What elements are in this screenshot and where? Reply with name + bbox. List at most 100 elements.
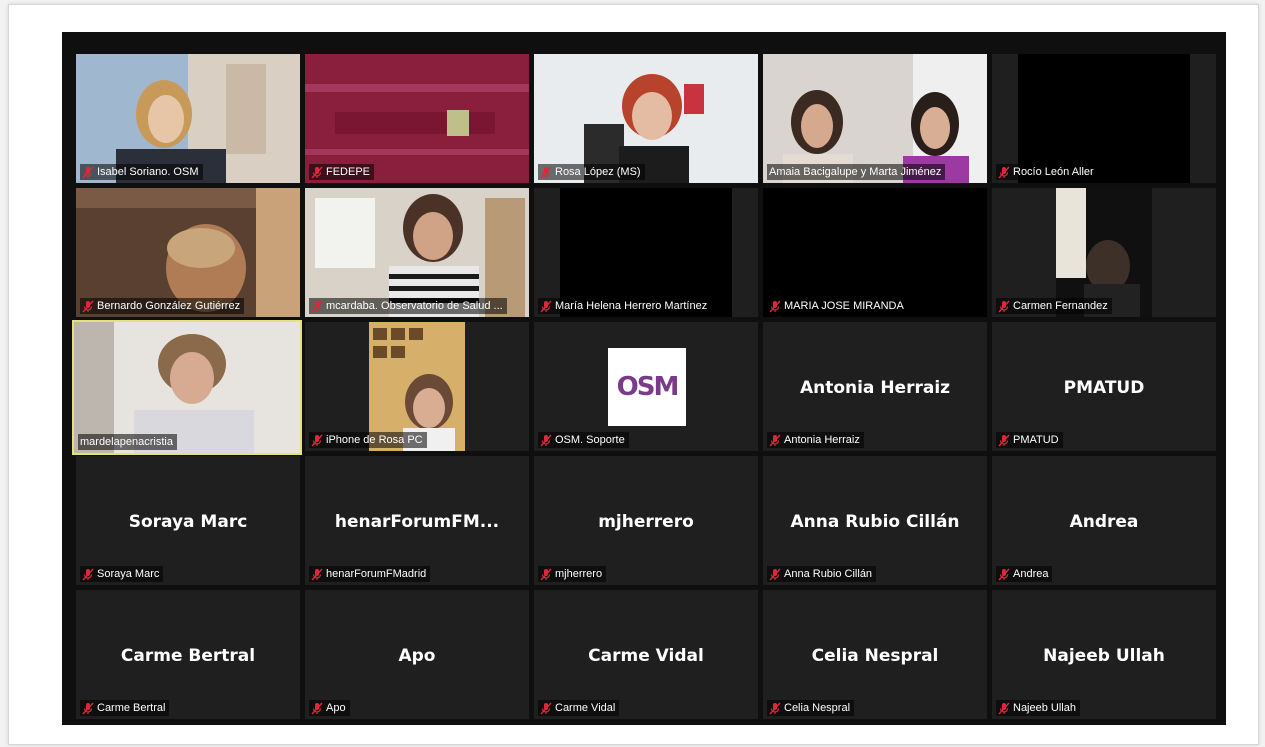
microphone-muted-icon (998, 434, 1010, 446)
participant-tile[interactable]: Carmen Fernandez (992, 188, 1216, 317)
participant-name: henarForumFMadrid (326, 568, 427, 580)
microphone-muted-icon (998, 166, 1010, 178)
participant-name-label: Najeeb Ullah (996, 700, 1080, 716)
participant-name: Najeeb Ullah (1013, 702, 1076, 714)
participant-name-label: Carme Vidal (538, 700, 620, 716)
participant-tile[interactable]: Carme Vidal Carme Vidal (534, 590, 758, 719)
participant-tile[interactable]: mcardaba. Observatorio de Salud ... (305, 188, 529, 317)
participant-name: mardelapenacristia (80, 436, 173, 448)
microphone-muted-icon (540, 434, 552, 446)
participant-tile[interactable]: mjherrero mjherrero (534, 456, 758, 585)
participant-tile[interactable]: Soraya Marc Soraya Marc (76, 456, 300, 585)
participant-name: Anna Rubio Cillán (784, 568, 873, 580)
participant-name: Carme Vidal (555, 702, 616, 714)
microphone-muted-icon (769, 434, 781, 446)
microphone-muted-icon (769, 702, 781, 714)
participant-name-label: Bernardo González Gutiérrez (80, 298, 245, 314)
participant-tile[interactable]: Rosa López (MS) (534, 54, 758, 183)
participant-name-label: mcardaba. Observatorio de Salud ... (309, 298, 507, 314)
participant-display-name: Andrea (1069, 512, 1139, 532)
participant-tile[interactable]: Najeeb Ullah Najeeb Ullah (992, 590, 1216, 719)
participant-tile[interactable]: Antonia Herraiz Antonia Herraiz (763, 322, 987, 451)
participant-name-label: Andrea (996, 566, 1053, 582)
participant-name-label: Rocío León Aller (996, 164, 1098, 180)
participant-name: Rosa López (MS) (555, 166, 641, 178)
osm-logo: OSM (608, 348, 686, 426)
participant-name-label: mjherrero (538, 566, 607, 582)
microphone-muted-icon (311, 166, 323, 178)
participant-tile[interactable]: FEDEPE (305, 54, 529, 183)
participant-name: María Helena Herrero Martínez (555, 300, 708, 312)
participant-name: Carmen Fernandez (1013, 300, 1108, 312)
participant-name-label: PMATUD (996, 432, 1063, 448)
participant-display-name: Anna Rubio Cillán (790, 512, 960, 532)
participant-display-name: Carme Vidal (588, 646, 704, 666)
microphone-muted-icon (311, 434, 323, 446)
microphone-muted-icon (998, 702, 1010, 714)
participant-name-label: Carme Bertral (80, 700, 170, 716)
participant-name-label: Apo (309, 700, 350, 716)
participant-name: mjherrero (555, 568, 603, 580)
participant-tile-active-speaker[interactable]: mardelapenacristia (72, 320, 302, 455)
participant-tile[interactable]: Apo Apo (305, 590, 529, 719)
participant-tile[interactable]: Anna Rubio Cillán Anna Rubio Cillán (763, 456, 987, 585)
participant-name: Bernardo González Gutiérrez (97, 300, 241, 312)
participant-name: PMATUD (1013, 434, 1059, 446)
participant-display-name: Antonia Herraiz (799, 378, 951, 398)
participant-tile[interactable]: henarForumFM... henarForumFMadrid (305, 456, 529, 585)
microphone-muted-icon (998, 568, 1010, 580)
participant-tile[interactable]: Carme Bertral Carme Bertral (76, 590, 300, 719)
microphone-muted-icon (311, 568, 323, 580)
participant-tile[interactable]: PMATUD PMATUD (992, 322, 1216, 451)
participant-name-label: Isabel Soriano. OSM (80, 164, 203, 180)
participant-name-label: Celia Nespral (767, 700, 855, 716)
microphone-muted-icon (769, 568, 781, 580)
participant-name-label: Soraya Marc (80, 566, 164, 582)
zoom-gallery-view: Isabel Soriano. OSM FEDEPE Rosa López (M… (62, 32, 1226, 725)
microphone-muted-icon (540, 300, 552, 312)
participant-display-name: Apo (398, 646, 436, 666)
participant-name: Antonia Herraiz (784, 434, 860, 446)
participant-display-name: PMATUD (1063, 378, 1145, 398)
participant-tile[interactable]: Rocío León Aller (992, 54, 1216, 183)
osm-logo-text: OSM (616, 372, 680, 402)
participant-tile[interactable]: Bernardo González Gutiérrez (76, 188, 300, 317)
participant-name: OSM. Soporte (555, 434, 625, 446)
participant-tile[interactable]: MARIA JOSE MIRANDA (763, 188, 987, 317)
participant-name: Apo (326, 702, 346, 714)
participant-name: FEDEPE (326, 166, 371, 178)
participant-tile[interactable]: Isabel Soriano. OSM (76, 54, 300, 183)
participant-display-name: Najeeb Ullah (1043, 646, 1165, 666)
participant-name: Rocío León Aller (1013, 166, 1094, 178)
participant-tile[interactable]: Andrea Andrea (992, 456, 1216, 585)
participant-name: Celia Nespral (784, 702, 851, 714)
participant-name-label: MARIA JOSE MIRANDA (767, 298, 908, 314)
participant-tile[interactable]: Amaia Bacigalupe y Marta Jiménez (763, 54, 987, 183)
participant-name-label: María Helena Herrero Martínez (538, 298, 712, 314)
microphone-muted-icon (540, 568, 552, 580)
participant-name-label: Amaia Bacigalupe y Marta Jiménez (767, 164, 946, 180)
participant-name: iPhone de Rosa PC (326, 434, 423, 446)
participant-name-label: iPhone de Rosa PC (309, 432, 427, 448)
participant-tile[interactable]: Celia Nespral Celia Nespral (763, 590, 987, 719)
participant-name-label: FEDEPE (309, 164, 375, 180)
microphone-muted-icon (769, 300, 781, 312)
participant-name-label: mardelapenacristia (78, 434, 177, 450)
participant-name: mcardaba. Observatorio de Salud ... (326, 300, 503, 312)
participant-tile[interactable]: iPhone de Rosa PC (305, 322, 529, 451)
participant-display-name: mjherrero (598, 512, 694, 532)
participant-display-name: henarForumFM... (334, 512, 500, 532)
microphone-muted-icon (311, 300, 323, 312)
microphone-muted-icon (82, 702, 94, 714)
participant-display-name: Carme Bertral (120, 646, 256, 666)
microphone-muted-icon (82, 166, 94, 178)
participant-display-name: Soraya Marc (128, 512, 248, 532)
participant-name: Carme Bertral (97, 702, 166, 714)
participant-tile[interactable]: María Helena Herrero Martínez (534, 188, 758, 317)
participant-name: MARIA JOSE MIRANDA (784, 300, 904, 312)
microphone-muted-icon (540, 166, 552, 178)
microphone-muted-icon (998, 300, 1010, 312)
microphone-muted-icon (82, 568, 94, 580)
participant-tile[interactable]: OSM OSM. Soporte (534, 322, 758, 451)
participant-name-label: Antonia Herraiz (767, 432, 864, 448)
